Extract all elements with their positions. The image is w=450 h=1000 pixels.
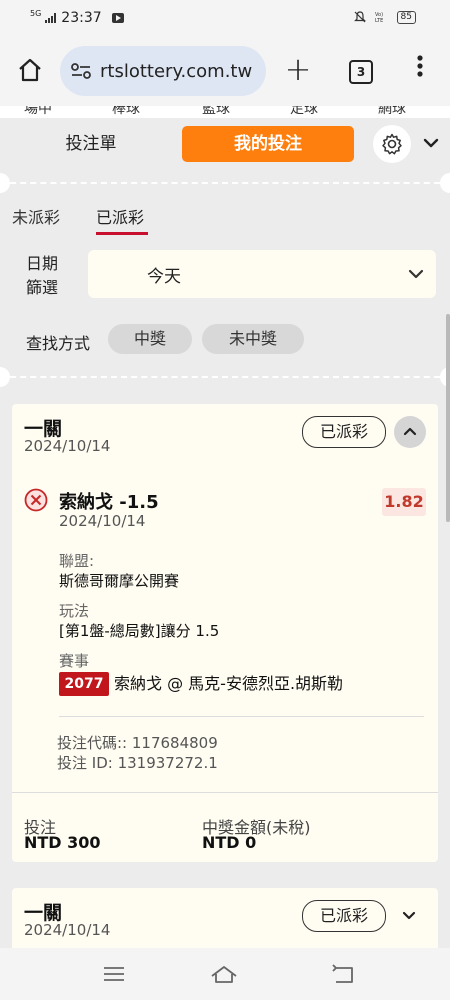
date-filter-select[interactable]: 今天	[88, 250, 436, 298]
payout-value: NTD 0	[202, 833, 257, 852]
sport-nav-item[interactable]: 足球	[290, 106, 318, 118]
tab-switcher-button[interactable]: 3	[349, 60, 373, 84]
bet-date: 2024/10/14	[24, 921, 111, 939]
tab-betslip[interactable]: 投注單	[28, 126, 154, 162]
stake-value: NTD 300	[24, 833, 101, 852]
bet-code: 投注代碼:: 117684809	[57, 734, 218, 752]
bet-card: 一關 2024/10/14 已派彩	[12, 888, 438, 948]
filter-chip-win[interactable]: 中獎	[108, 324, 192, 354]
tab-unsettled[interactable]: 未派彩	[12, 204, 60, 228]
back-icon[interactable]	[330, 962, 358, 986]
settings-button[interactable]	[373, 125, 411, 163]
collapse-button[interactable]	[394, 416, 426, 448]
bet-date: 2024/10/14	[24, 437, 111, 455]
more-menu-button[interactable]	[410, 54, 430, 86]
panel-header: 投注單 我的投注	[0, 118, 450, 176]
league-label: 聯盟:	[59, 552, 95, 570]
bet-id: 投注 ID: 131937272.1	[57, 754, 218, 772]
url-text: rtslottery.com.tw	[100, 60, 253, 82]
network-indicator: 5G	[30, 8, 42, 18]
tab-my-bets[interactable]: 我的投注	[182, 126, 354, 162]
divider	[0, 182, 450, 184]
notch-decoration	[0, 173, 10, 193]
new-tab-button[interactable]: +	[282, 53, 314, 86]
status-badge: 已派彩	[302, 900, 386, 932]
collapse-panel-icon[interactable]	[420, 132, 442, 154]
market-value: [第1盤-總局數]讓分 1.5	[59, 622, 220, 640]
lost-icon	[24, 488, 48, 512]
battery-indicator: 85	[396, 10, 416, 24]
divider	[59, 716, 424, 717]
notch-decoration	[0, 367, 10, 387]
status-badge: 已派彩	[302, 416, 386, 448]
mute-icon	[353, 11, 366, 23]
chevron-down-icon	[408, 269, 424, 279]
gear-icon	[382, 133, 402, 155]
status-bar: 5G 23:37 Vo) LTE 85	[0, 0, 450, 36]
notch-decoration	[440, 173, 450, 193]
filter-chip-lose[interactable]: 未中獎	[202, 324, 304, 354]
sport-nav-item[interactable]: 網球	[378, 106, 406, 118]
settlement-tabs: 未派彩 已派彩	[0, 204, 450, 240]
divider	[12, 792, 438, 793]
event-label: 賽事	[59, 652, 90, 670]
divider	[0, 376, 450, 378]
sport-nav-item[interactable]: 棒球	[112, 106, 140, 118]
chevron-down-icon[interactable]	[400, 906, 418, 924]
tab-settled[interactable]: 已派彩	[96, 204, 144, 228]
volte-icon: Vo)LTE	[375, 12, 383, 23]
search-method-label: 查找方式	[26, 334, 91, 353]
youtube-icon	[111, 13, 124, 23]
selection-date: 2024/10/14	[59, 512, 146, 530]
active-tab-underline	[96, 232, 148, 235]
home-button[interactable]	[14, 54, 46, 86]
chevron-up-icon	[403, 427, 417, 436]
signal-icon	[45, 13, 57, 23]
svg-text:LTE: LTE	[375, 18, 383, 23]
odds-badge: 1.82	[382, 488, 426, 516]
sport-nav-strip: 場中 棒球 籃球 足球 網球	[0, 106, 450, 118]
scrollbar[interactable]	[446, 314, 450, 522]
site-settings-icon[interactable]	[70, 60, 92, 82]
event-code: 2077	[59, 672, 109, 696]
date-filter-value: 今天	[147, 266, 181, 287]
bet-panel: 投注單 我的投注 未派彩 已派彩 日期篩選 今天 查找方式 中獎 未中獎 一關 …	[0, 118, 450, 948]
address-bar[interactable]: rtslottery.com.tw	[60, 46, 266, 96]
sport-nav-item[interactable]: 場中	[24, 106, 52, 118]
bet-card: 一關 2024/10/14 已派彩 索納戈 -1.5 2024/10/14 1.…	[12, 404, 438, 862]
home-icon	[19, 58, 41, 82]
more-vert-icon	[417, 55, 423, 77]
browser-toolbar: rtslottery.com.tw + 3	[0, 36, 450, 106]
sport-nav-item[interactable]: 籃球	[202, 106, 230, 118]
clock: 23:37	[61, 10, 102, 26]
selection-name: 索納戈 -1.5	[59, 492, 159, 513]
league-value: 斯德哥爾摩公開賽	[59, 572, 180, 590]
market-label: 玩法	[59, 602, 90, 620]
system-nav-bar	[0, 948, 450, 1000]
menu-icon[interactable]	[100, 962, 128, 986]
home-nav-icon[interactable]	[210, 962, 238, 986]
event-name: 索納戈 @ 馬克-安德烈亞.胡斯勒	[114, 674, 344, 693]
date-filter-label: 日期篩選	[26, 254, 59, 297]
